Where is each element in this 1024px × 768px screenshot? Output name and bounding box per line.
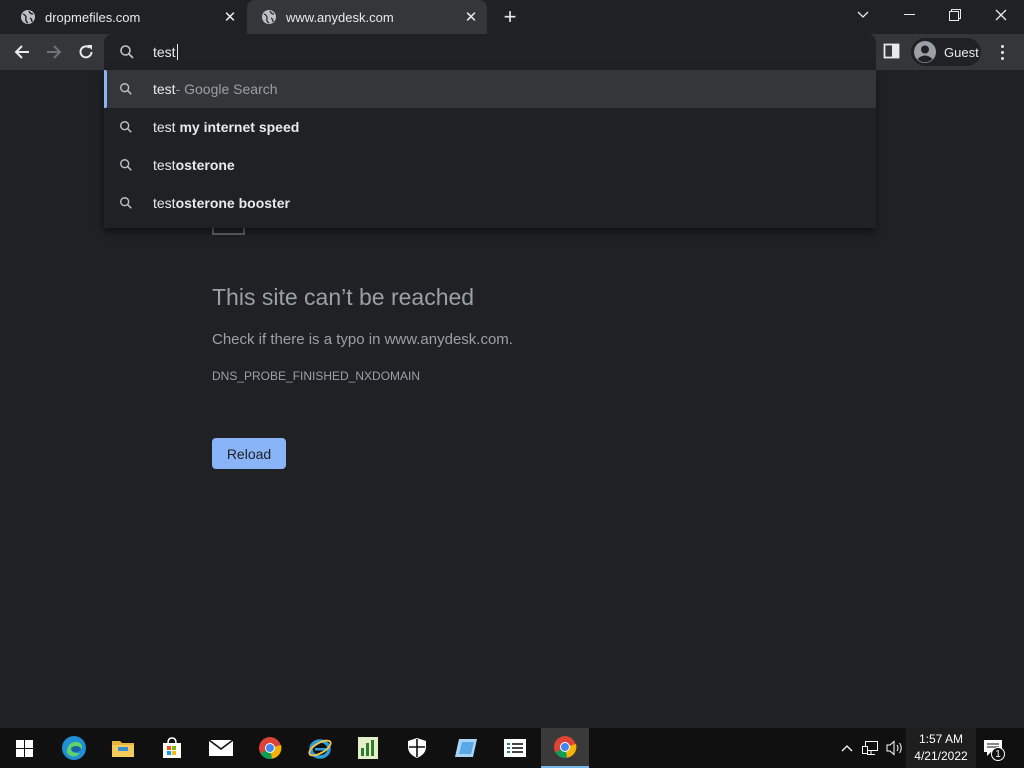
suggestion-prefix: test (153, 157, 176, 173)
globe-icon (21, 10, 35, 24)
tab-dropmefiles[interactable]: dropmefiles.com ✕ (6, 0, 246, 34)
list-app-icon (504, 739, 526, 757)
suggestion-prefix: test (153, 119, 180, 135)
minimize-icon (903, 14, 915, 15)
search-icon (120, 159, 132, 171)
taskbar-chrome[interactable] (246, 728, 294, 768)
search-icon (120, 197, 132, 209)
store-icon (163, 737, 181, 758)
notification-count-badge: 1 (991, 747, 1005, 761)
taskbar-mail[interactable] (197, 728, 245, 768)
clock-time: 1:57 AM (918, 732, 964, 746)
globe-icon (262, 10, 276, 24)
close-window-button[interactable] (978, 0, 1024, 30)
restore-icon (949, 9, 961, 21)
error-message: Check if there is a typo in www.anydesk.… (212, 331, 513, 348)
suggestion-item[interactable]: test osterone (104, 146, 876, 184)
suggestion-item[interactable]: test - Google Search (104, 70, 876, 108)
profile-name: Guest (944, 44, 979, 60)
omnibox-suggestions: test - Google Search test my internet sp… (104, 70, 876, 228)
suggestion-prefix: test (153, 195, 176, 211)
edge-icon (62, 736, 86, 760)
suggestion-item[interactable]: test my internet speed (104, 108, 876, 146)
side-panel-icon[interactable] (883, 42, 901, 60)
tab-search-button[interactable] (840, 0, 886, 30)
close-icon (995, 9, 1007, 21)
taskbar-windows-security[interactable] (393, 728, 441, 768)
back-button[interactable] (8, 38, 36, 66)
shield-icon (408, 738, 426, 758)
search-icon (120, 45, 134, 59)
mail-icon (208, 739, 234, 756)
search-icon (120, 121, 132, 133)
taskbar-internet-explorer[interactable] (296, 728, 344, 768)
suggestion-completion: my internet speed (179, 119, 300, 135)
error-code: DNS_PROBE_FINISHED_NXDOMAIN (212, 369, 421, 383)
start-button[interactable] (0, 728, 48, 768)
volume-button[interactable] (884, 728, 906, 768)
arrow-right-icon (47, 45, 62, 59)
taskbar-file-explorer[interactable] (99, 728, 147, 768)
folder-icon (112, 741, 134, 757)
chevron-up-icon (841, 745, 853, 752)
forward-button[interactable] (40, 38, 68, 66)
show-hidden-icons-button[interactable] (838, 728, 856, 768)
reload-icon (79, 45, 93, 59)
address-bar-text: test (153, 44, 176, 60)
taskbar-chrome-active[interactable] (541, 728, 589, 768)
reload-page-button[interactable]: Reload (212, 438, 286, 469)
restore-button[interactable] (932, 0, 978, 30)
menu-button[interactable] (992, 42, 1012, 62)
action-center-button[interactable]: 1 (978, 728, 1008, 768)
suggestion-completion: osterone (175, 157, 235, 173)
chevron-down-icon (857, 11, 869, 18)
search-icon (120, 83, 132, 95)
taskbar: 1 (0, 728, 1024, 768)
internet-explorer-icon (308, 739, 332, 759)
tab-anydesk[interactable]: www.anydesk.com ✕ (247, 0, 487, 34)
close-tab-icon[interactable]: ✕ (220, 7, 240, 27)
taskbar-app-green[interactable] (344, 728, 392, 768)
taskbar-store[interactable] (148, 728, 196, 768)
tab-strip: dropmefiles.com ✕ www.anydesk.com ✕ + (0, 0, 1024, 34)
tab-title: dropmefiles.com (45, 9, 141, 25)
suggestion-item[interactable]: test osterone booster (104, 184, 876, 222)
menu-dot (1000, 50, 1004, 54)
reload-button[interactable] (72, 38, 100, 66)
close-tab-icon[interactable]: ✕ (461, 7, 481, 27)
speaker-icon (886, 740, 902, 756)
menu-dot (1000, 44, 1004, 48)
taskbar-edge[interactable] (50, 728, 98, 768)
menu-dot (1000, 56, 1004, 60)
chrome-icon (259, 737, 282, 759)
profile-button[interactable]: Guest (911, 38, 981, 66)
windows-logo-icon (15, 739, 33, 757)
arrow-left-icon (14, 45, 29, 59)
taskbar-app-list[interactable] (491, 728, 539, 768)
taskbar-clock[interactable]: 1:57 AM 4/21/2022 (906, 728, 976, 768)
network-button[interactable] (860, 728, 882, 768)
chart-app-icon (358, 737, 378, 759)
network-icon (862, 741, 878, 755)
clock-date: 4/21/2022 (914, 749, 968, 763)
error-title: This site can’t be reached (212, 284, 475, 310)
suggestion-prefix: test (153, 81, 176, 97)
blue-app-icon (455, 739, 477, 757)
minimize-button[interactable] (886, 0, 932, 30)
new-tab-button[interactable]: + (499, 4, 521, 29)
suggestion-completion: osterone booster (175, 195, 290, 211)
address-bar[interactable]: test (104, 34, 876, 70)
avatar-icon (914, 41, 936, 63)
tab-title: www.anydesk.com (286, 9, 394, 25)
taskbar-app-blue[interactable] (442, 728, 490, 768)
text-cursor (176, 44, 178, 60)
suggestion-hint: - Google Search (175, 81, 278, 97)
chrome-icon (554, 736, 577, 758)
